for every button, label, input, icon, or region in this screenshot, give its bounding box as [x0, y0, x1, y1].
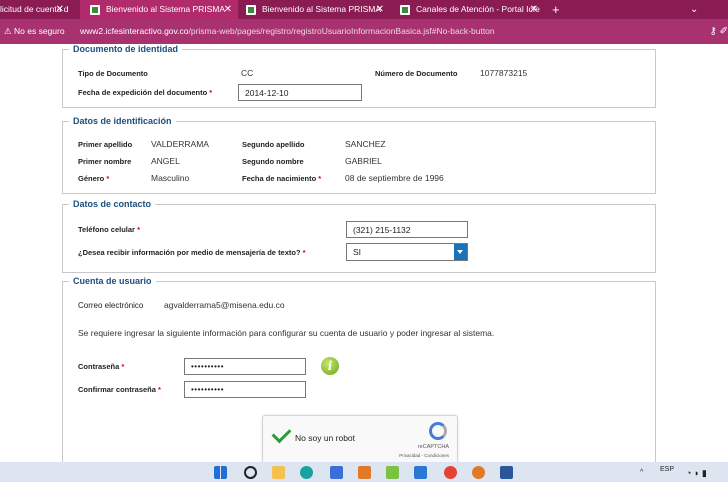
file-explorer-icon[interactable]	[272, 466, 285, 479]
segundo-nombre-value: GABRIEL	[345, 156, 382, 166]
confirmar-contrasena-input[interactable]: ••••••••••	[184, 381, 306, 398]
correo-label: Correo electrónico	[78, 301, 144, 310]
tipo-documento-label: Tipo de Documento	[78, 69, 148, 78]
office-icon[interactable]	[358, 466, 371, 479]
close-icon[interactable]: ✕	[376, 0, 384, 19]
primer-apellido-label: Primer apellido	[78, 140, 133, 149]
tab-canales[interactable]: Canales de Atención - Portal Icfe ✕	[392, 0, 544, 19]
instruccion-text: Se requiere ingresar la siguiente inform…	[78, 328, 495, 338]
checkmark-icon[interactable]	[271, 423, 292, 444]
recaptcha-brand: reCAPTCHA	[417, 444, 449, 450]
primer-nombre-label: Primer nombre	[78, 157, 132, 166]
correo-value: agvalderrama5@misena.edu.co	[164, 300, 285, 310]
tipo-documento-value: CC	[241, 68, 254, 78]
word-icon[interactable]	[500, 466, 513, 479]
required-mark: *	[209, 88, 213, 97]
genero-text: Género	[78, 174, 105, 183]
mensajeria-text: ¿Desea recibir información por medio de …	[78, 248, 301, 257]
section-title: Cuenta de usuario	[73, 276, 152, 286]
required-mark: *	[137, 225, 140, 234]
key-icon[interactable]: ⚷ ✐	[710, 19, 728, 44]
section-title: Datos de contacto	[73, 199, 152, 209]
segundo-apellido-value: SANCHEZ	[345, 139, 386, 149]
contrasena-label: Contraseña *	[78, 362, 124, 371]
tab-solicitud[interactable]: licitud de cuenta d ✕	[0, 0, 70, 19]
recaptcha-links[interactable]: Privacidad - Condiciones	[399, 453, 449, 458]
contrasena-input[interactable]: ••••••••••	[184, 358, 306, 375]
close-icon[interactable]: ✕	[56, 0, 64, 19]
fecha-nacimiento-value: 08 de septiembre de 1996	[345, 173, 444, 183]
app-icon[interactable]	[386, 466, 399, 479]
tab-label: Canales de Atención - Portal Icfe	[416, 4, 540, 14]
fecha-nacimiento-label: Fecha de nacimiento *	[242, 174, 321, 183]
confirmar-contrasena-text: Confirmar contraseña	[78, 385, 156, 394]
chrome-profile-icon[interactable]	[472, 466, 485, 479]
chevron-down-icon[interactable]	[454, 244, 467, 260]
taskbar: ^ ESP ◔ ◗ ▮	[0, 462, 728, 482]
required-mark: *	[106, 174, 110, 183]
store-icon[interactable]	[330, 466, 343, 479]
mensajeria-selected-value: SI	[353, 247, 362, 257]
numero-documento-label: Número de Documento	[375, 69, 458, 78]
favicon-icon	[400, 4, 410, 15]
close-icon[interactable]: ✕	[224, 0, 232, 19]
language-indicator[interactable]: ESP	[660, 466, 674, 473]
url-path: /prisma-web/pages/registro/registroUsuar…	[188, 26, 495, 36]
vscode-icon[interactable]	[414, 466, 427, 479]
telefono-label: Teléfono celular *	[78, 225, 140, 234]
telefono-text: Teléfono celular	[78, 225, 135, 234]
required-mark: *	[302, 248, 306, 257]
recaptcha-label: No soy un robot	[295, 433, 356, 443]
fecha-expedicion-input[interactable]: 2014-12-10	[238, 84, 362, 101]
mensajeria-select[interactable]: SI	[346, 243, 468, 261]
fecha-expedicion-label: Fecha de expedición del documento *	[78, 88, 212, 97]
fecha-expedicion-text: Fecha de expedición del documento	[78, 88, 208, 97]
recaptcha-logo-icon	[429, 422, 447, 440]
confirmar-contrasena-label: Confirmar contraseña *	[78, 385, 161, 394]
tab-label: Bienvenido al Sistema PRISMA	[262, 4, 382, 14]
primer-nombre-value: ANGEL	[151, 156, 180, 166]
security-warning-text: No es seguro	[14, 26, 65, 36]
section-title: Documento de identidad	[73, 44, 179, 54]
primer-apellido-value: VALDERRAMA	[151, 139, 209, 149]
section-title: Datos de identificación	[73, 116, 172, 126]
fecha-nacimiento-text: Fecha de nacimiento	[242, 174, 317, 183]
genero-value: Masculino	[151, 173, 190, 183]
chrome-icon[interactable]	[444, 466, 457, 479]
new-tab-icon[interactable]: +	[552, 0, 568, 19]
search-icon[interactable]	[244, 466, 257, 479]
address-bar[interactable]: ⚠ No es seguro www2.icfesinteractivo.gov…	[0, 19, 728, 44]
telefono-input[interactable]: (321) 215-1132	[346, 221, 468, 238]
chevron-up-icon[interactable]: ^	[640, 469, 643, 476]
edge-icon[interactable]	[300, 466, 313, 479]
favicon-icon	[90, 4, 100, 15]
tab-prisma-active[interactable]: Bienvenido al Sistema PRISMA ✕	[80, 0, 238, 19]
required-mark: *	[318, 174, 322, 183]
genero-label: Género *	[78, 174, 109, 183]
security-warning[interactable]: ⚠ No es seguro	[4, 19, 65, 44]
close-icon[interactable]: ✕	[530, 0, 538, 19]
segundo-apellido-label: Segundo apellido	[242, 140, 305, 149]
tab-prisma[interactable]: Bienvenido al Sistema PRISMA ✕	[238, 0, 390, 19]
numero-documento-value: 1077873215	[480, 68, 528, 78]
recaptcha-widget[interactable]: No soy un robot reCAPTCHA Privacidad - C…	[262, 415, 458, 462]
windows-start-icon[interactable]	[214, 466, 227, 479]
required-mark: *	[158, 385, 161, 394]
segundo-nombre-label: Segundo nombre	[242, 157, 304, 166]
warning-icon: ⚠	[4, 26, 12, 36]
favicon-icon	[246, 4, 256, 15]
chevron-down-icon[interactable]: ⌄	[690, 0, 720, 19]
contrasena-text: Contraseña	[78, 362, 120, 371]
tab-label: Bienvenido al Sistema PRISMA	[106, 4, 226, 14]
url-host: www2.icfesinteractivo.gov.co	[80, 26, 189, 36]
info-icon[interactable]: i	[321, 357, 339, 375]
required-mark: *	[121, 362, 125, 371]
browser-tab-bar: licitud de cuenta d ✕ Bienvenido al Sist…	[0, 0, 728, 19]
page-content: Documento de identidad Tipo de Documento…	[0, 44, 728, 462]
url-text[interactable]: www2.icfesinteractivo.gov.co/prisma-web/…	[80, 19, 495, 44]
mensajeria-label: ¿Desea recibir información por medio de …	[78, 248, 306, 257]
wifi-icon[interactable]: ◔ ◗ ▮	[686, 468, 707, 479]
